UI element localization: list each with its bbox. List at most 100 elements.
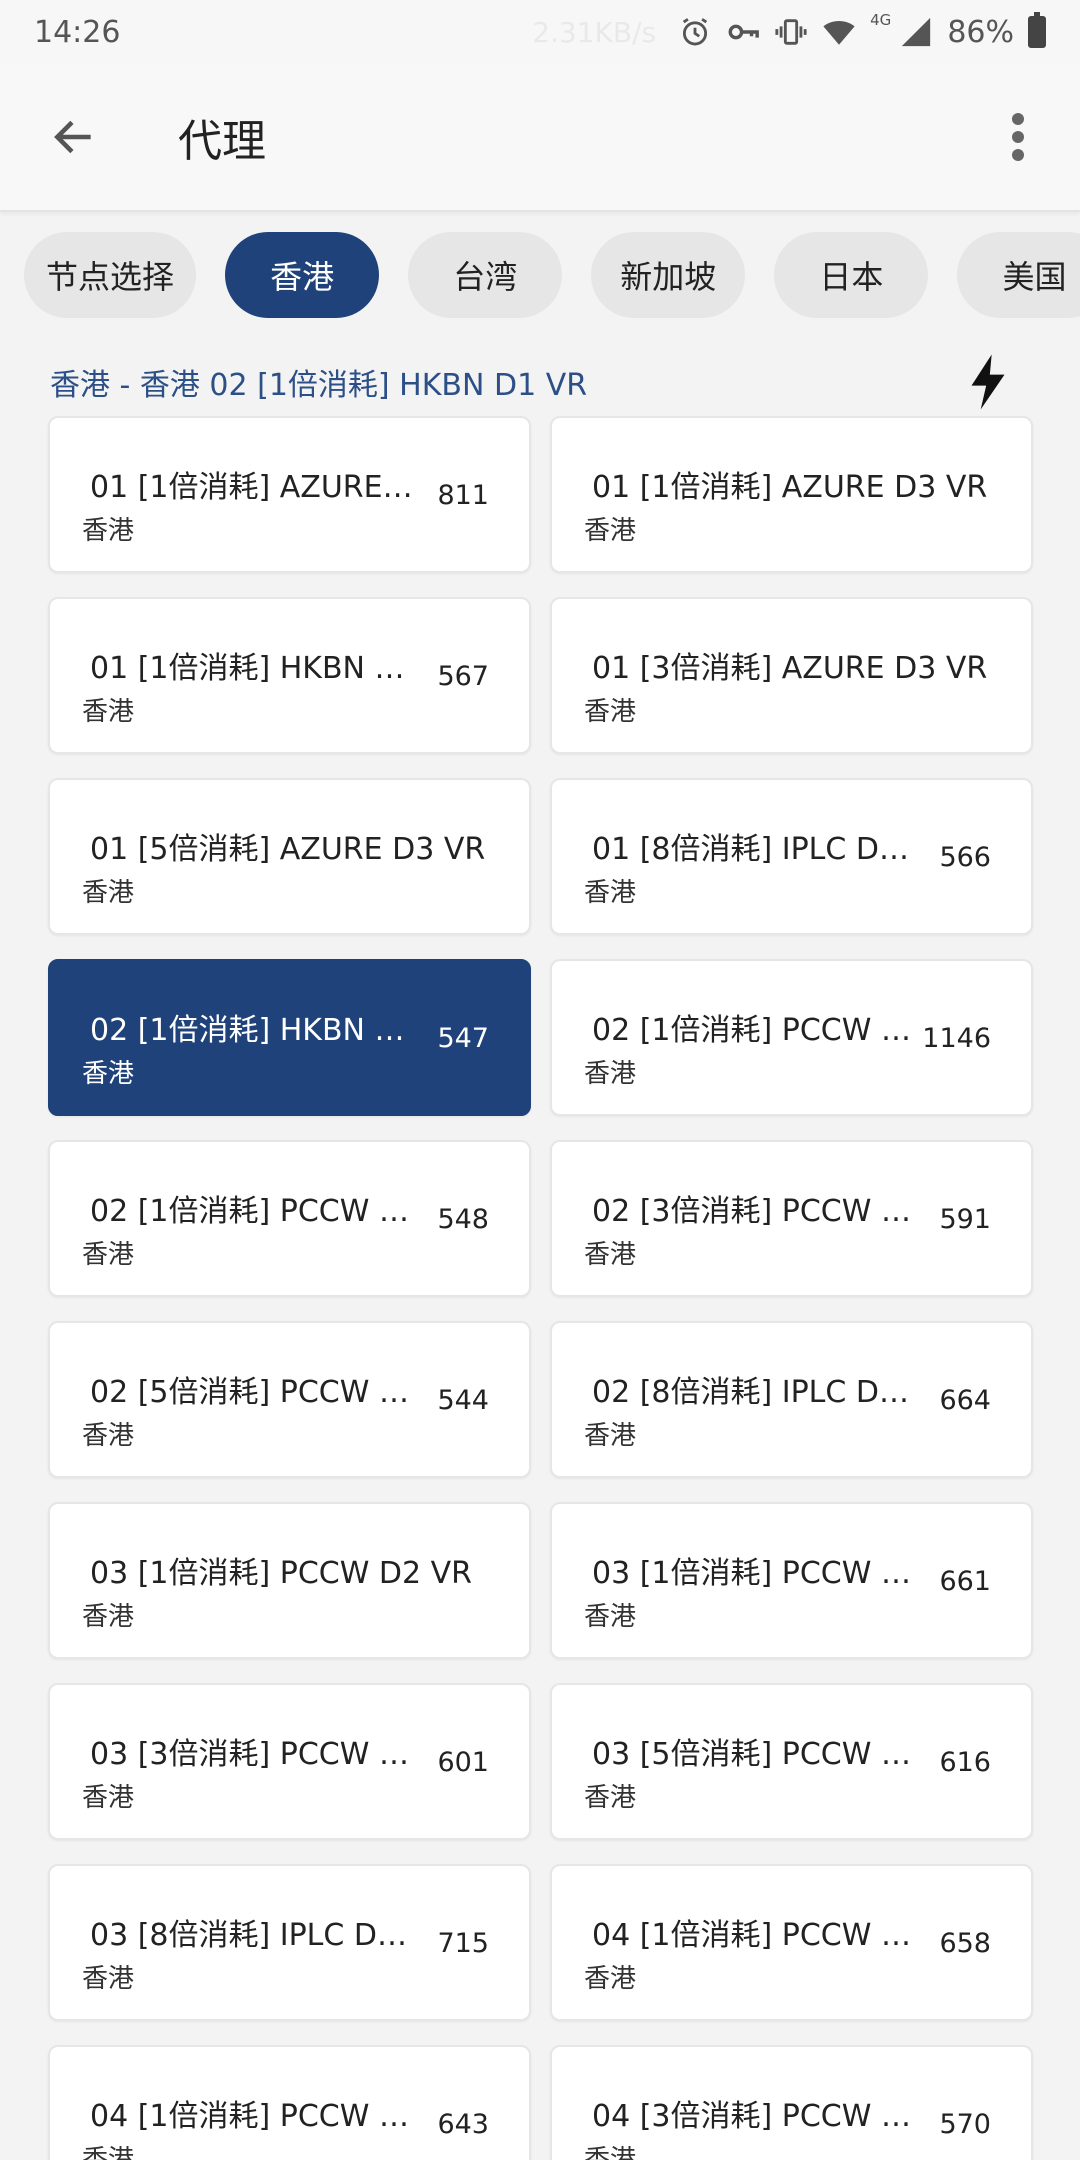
proxy-name: 03 [1倍消耗] PCCW D... xyxy=(592,1556,922,1591)
proxy-name: 02 [3倍消耗] PCCW D... xyxy=(592,1194,922,1229)
proxy-card[interactable]: 02 [1倍消耗] PCCW D... 香港 548 xyxy=(48,1140,531,1297)
proxy-region: 香港 xyxy=(82,1059,135,1089)
proxy-card[interactable]: 01 [8倍消耗] IPLC D3... 香港 566 xyxy=(550,778,1033,935)
proxy-card[interactable]: 01 [3倍消耗] AZURE D3 VR 香港 xyxy=(550,597,1033,754)
proxy-name: 02 [8倍消耗] IPLC D3... xyxy=(592,1375,922,1410)
proxy-region: 香港 xyxy=(584,1059,637,1089)
proxy-delay: 643 xyxy=(437,2109,489,2140)
proxy-card[interactable]: 01 [1倍消耗] AZURE D... 香港 811 xyxy=(48,416,531,573)
proxy-region: 香港 xyxy=(82,2145,135,2160)
proxy-card[interactable]: 01 [1倍消耗] HKBN D1... 香港 567 xyxy=(48,597,531,754)
proxy-card[interactable]: 01 [1倍消耗] AZURE D3 VR 香港 xyxy=(550,416,1033,573)
battery-icon xyxy=(1028,12,1046,48)
vibrate-icon xyxy=(774,15,808,49)
proxy-region: 香港 xyxy=(82,1964,135,1994)
proxy-region: 香港 xyxy=(584,1783,637,1813)
proxy-name: 01 [5倍消耗] AZURE D3 VR xyxy=(90,832,486,867)
proxy-delay: 664 xyxy=(939,1385,991,1416)
proxy-card[interactable]: 04 [1倍消耗] PCCW D... 香港 643 xyxy=(48,2045,531,2160)
proxy-delay: 544 xyxy=(437,1385,489,1416)
proxy-region: 香港 xyxy=(82,1783,135,1813)
status-bar: 14:26 2.31KB/s 4G 86% xyxy=(0,0,1080,64)
proxy-region: 香港 xyxy=(584,878,637,908)
more-vert-icon xyxy=(1011,113,1025,161)
proxy-name: 01 [1倍消耗] AZURE D3 VR xyxy=(592,470,988,505)
proxy-card[interactable]: 02 [3倍消耗] PCCW D... 香港 591 xyxy=(550,1140,1033,1297)
back-button[interactable] xyxy=(30,93,118,181)
proxy-region: 香港 xyxy=(82,516,135,546)
proxy-card-selected[interactable]: 02 [1倍消耗] HKBN D1... 香港 547 xyxy=(48,959,531,1116)
page-title: 代理 xyxy=(178,116,266,167)
proxy-region: 香港 xyxy=(584,1240,637,1270)
proxy-card[interactable]: 03 [8倍消耗] IPLC D3... 香港 715 xyxy=(48,1864,531,2021)
proxy-card[interactable]: 04 [1倍消耗] PCCW D... 香港 658 xyxy=(550,1864,1033,2021)
lightning-bolt-icon[interactable] xyxy=(966,352,1010,412)
proxy-card[interactable]: 02 [1倍消耗] PCCW D... 香港 1146 xyxy=(550,959,1033,1116)
proxy-name: 04 [1倍消耗] PCCW D... xyxy=(90,2099,420,2134)
proxy-card[interactable]: 01 [5倍消耗] AZURE D3 VR 香港 xyxy=(48,778,531,935)
status-time: 14:26 xyxy=(34,14,121,50)
tab-singapore[interactable]: 新加坡 xyxy=(591,232,746,318)
proxy-name: 02 [1倍消耗] HKBN D1... xyxy=(90,1013,420,1048)
proxy-name: 01 [8倍消耗] IPLC D3... xyxy=(592,832,922,867)
proxy-delay: 548 xyxy=(437,1204,489,1235)
network-speed: 2.31KB/s xyxy=(532,15,657,49)
proxy-region: 香港 xyxy=(584,1421,637,1451)
proxy-name: 02 [5倍消耗] PCCW D... xyxy=(90,1375,420,1410)
tab-usa[interactable]: 美国 xyxy=(957,232,1080,318)
proxy-name: 01 [3倍消耗] AZURE D3 VR xyxy=(592,651,988,686)
wifi-icon xyxy=(822,15,856,49)
proxy-delay: 570 xyxy=(939,2109,991,2140)
proxy-name: 01 [1倍消耗] HKBN D1... xyxy=(90,651,420,686)
proxy-delay: 547 xyxy=(437,1023,489,1054)
more-options-button[interactable] xyxy=(982,93,1054,181)
proxy-region: 香港 xyxy=(584,1602,637,1632)
proxy-delay: 566 xyxy=(939,842,991,873)
proxy-card[interactable]: 03 [3倍消耗] PCCW D... 香港 601 xyxy=(48,1683,531,1840)
status-icons: 2.31KB/s 4G 86% xyxy=(532,11,1046,50)
proxy-region: 香港 xyxy=(584,2145,637,2160)
proxy-region: 香港 xyxy=(82,1421,135,1451)
arrow-left-icon xyxy=(49,112,99,162)
battery-percent: 86% xyxy=(947,14,1014,50)
proxy-delay: 601 xyxy=(437,1747,489,1778)
proxy-delay: 567 xyxy=(437,661,489,692)
proxy-name: 03 [8倍消耗] IPLC D3... xyxy=(90,1918,420,1953)
tab-node-select[interactable]: 节点选择 xyxy=(24,232,197,318)
proxy-delay: 616 xyxy=(939,1747,991,1778)
proxy-card[interactable]: 02 [8倍消耗] IPLC D3... 香港 664 xyxy=(550,1321,1033,1478)
proxy-region: 香港 xyxy=(82,1602,135,1632)
proxy-region: 香港 xyxy=(584,516,637,546)
proxy-name: 02 [1倍消耗] PCCW D... xyxy=(90,1194,420,1229)
proxy-card[interactable]: 04 [3倍消耗] PCCW D... 香港 570 xyxy=(550,2045,1033,2160)
proxy-name: 02 [1倍消耗] PCCW D... xyxy=(592,1013,922,1048)
tab-hongkong[interactable]: 香港 xyxy=(225,232,380,318)
vpn-key-icon xyxy=(726,15,760,49)
proxy-region: 香港 xyxy=(82,878,135,908)
group-tabs: 节点选择 香港 台湾 新加坡 日本 美国 xyxy=(0,232,1080,322)
proxy-delay: 1146 xyxy=(922,1023,991,1054)
group-header: 香港 - 香港 02 [1倍消耗] HKBN D1 VR xyxy=(50,354,1030,410)
proxy-grid: 01 [1倍消耗] AZURE D... 香港 811 01 [1倍消耗] AZUR… xyxy=(48,416,1033,2160)
proxy-delay: 715 xyxy=(437,1928,489,1959)
proxy-delay: 591 xyxy=(939,1204,991,1235)
proxy-card[interactable]: 03 [1倍消耗] PCCW D2 VR 香港 xyxy=(48,1502,531,1659)
proxy-name: 04 [3倍消耗] PCCW D... xyxy=(592,2099,922,2134)
tab-japan[interactable]: 日本 xyxy=(774,232,929,318)
network-type: 4G xyxy=(870,11,892,29)
proxy-region: 香港 xyxy=(584,1964,637,1994)
group-current-proxy: 香港 - 香港 02 [1倍消耗] HKBN D1 VR xyxy=(50,368,588,403)
proxy-region: 香港 xyxy=(82,1240,135,1270)
proxy-card[interactable]: 02 [5倍消耗] PCCW D... 香港 544 xyxy=(48,1321,531,1478)
proxy-name: 03 [5倍消耗] PCCW D... xyxy=(592,1737,922,1772)
tab-taiwan[interactable]: 台湾 xyxy=(408,232,563,318)
proxy-card[interactable]: 03 [5倍消耗] PCCW D... 香港 616 xyxy=(550,1683,1033,1840)
proxy-region: 香港 xyxy=(82,697,135,727)
proxy-card[interactable]: 03 [1倍消耗] PCCW D... 香港 661 xyxy=(550,1502,1033,1659)
app-bar: 代理 xyxy=(0,64,1080,212)
proxy-name: 03 [3倍消耗] PCCW D... xyxy=(90,1737,420,1772)
proxy-delay: 658 xyxy=(939,1928,991,1959)
alarm-icon xyxy=(678,15,712,49)
proxy-delay: 661 xyxy=(939,1566,991,1597)
signal-icon xyxy=(899,15,933,49)
